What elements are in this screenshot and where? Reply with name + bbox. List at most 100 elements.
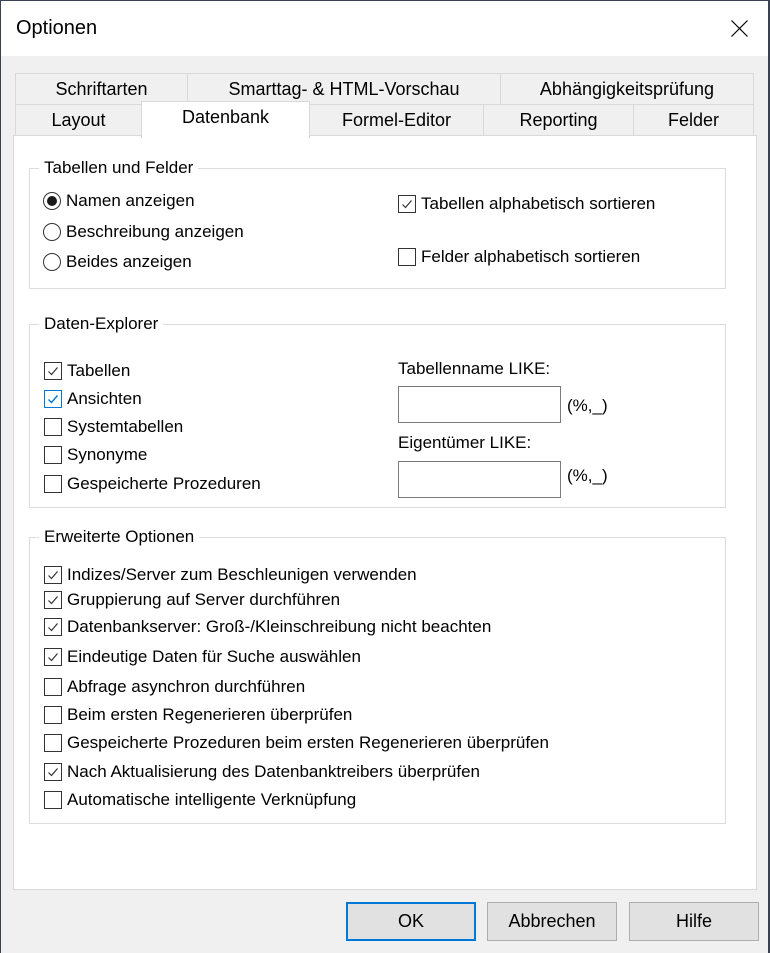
checkbox-unchecked[interactable] <box>44 706 62 724</box>
checkbox-checked[interactable] <box>44 763 62 781</box>
checkbox-unchecked[interactable] <box>44 418 62 436</box>
checkbox-gespeicherte-prozeduren-regenerieren[interactable]: Gespeicherte Prozeduren beim ersten Rege… <box>44 731 549 755</box>
checkmark-icon <box>402 200 412 209</box>
checkbox-unchecked[interactable] <box>44 446 62 464</box>
checkbox-checked[interactable] <box>398 195 416 213</box>
checkbox-unchecked[interactable] <box>44 791 62 809</box>
options-dialog: Optionen Schriftarten Smarttag- & HTML-V… <box>0 0 770 953</box>
radio-namen-anzeigen[interactable]: Namen anzeigen <box>43 189 195 213</box>
radio-label: Namen anzeigen <box>66 191 195 210</box>
tab-label: Abhängigkeitsprüfung <box>539 78 715 99</box>
group-daten-explorer: Daten-Explorer Tabellen Ansichten System… <box>29 313 726 508</box>
radio-beides-anzeigen[interactable]: Beides anzeigen <box>43 250 192 274</box>
checkmark-icon <box>48 653 58 662</box>
tab-label: Smarttag- & HTML-Vorschau <box>228 78 460 99</box>
tab-label: Schriftarten <box>55 78 148 99</box>
tabellenname-wildcard-hint: (%,_) <box>567 396 608 415</box>
checkbox-checked[interactable] <box>44 591 62 609</box>
checkbox-label: Automatische intelligente Verknüpfung <box>67 790 357 809</box>
checkbox-label: Gespeicherte Prozeduren beim ersten Rege… <box>67 733 549 752</box>
checkbox-label: Synonyme <box>67 445 148 464</box>
tab-datenbank[interactable]: Datenbank <box>141 101 310 138</box>
title-bar: Optionen <box>1 1 768 56</box>
radio-button[interactable] <box>43 253 61 271</box>
tab-label: Felder <box>667 109 720 130</box>
checkmark-icon <box>48 571 58 580</box>
checkbox-eindeutige-daten[interactable]: Eindeutige Daten für Suche auswählen <box>44 645 361 669</box>
checkmark-icon <box>48 367 58 376</box>
checkbox-label: Gespeicherte Prozeduren <box>67 474 261 493</box>
checkmark-icon <box>48 596 58 605</box>
tab-felder[interactable]: Felder <box>633 104 754 136</box>
checkbox-unchecked[interactable] <box>44 734 62 752</box>
checkbox-intelligente-verknuepfung[interactable]: Automatische intelligente Verknüpfung <box>44 788 356 812</box>
checkbox-checked[interactable] <box>44 648 62 666</box>
checkbox-checked-hover[interactable] <box>44 390 62 408</box>
checkbox-beim-ersten-regenerieren[interactable]: Beim ersten Regenerieren überprüfen <box>44 703 352 727</box>
checkbox-checked[interactable] <box>44 566 62 584</box>
help-button[interactable]: Hilfe <box>629 902 759 941</box>
eigentuemer-like-label: Eigentümer LIKE: <box>398 433 532 452</box>
group-erweiterte-optionen: Erweiterte Optionen Indizes/Server zum B… <box>29 526 726 824</box>
checkbox-tabellen-alphabetisch[interactable]: Tabellen alphabetisch sortieren <box>398 192 655 216</box>
checkbox-label: Indizes/Server zum Beschleunigen verwend… <box>67 565 417 584</box>
eigentuemer-wildcard-hint: (%,_) <box>567 466 608 485</box>
checkbox-synonyme[interactable]: Synonyme <box>44 443 147 467</box>
close-button[interactable] <box>710 1 768 56</box>
tab-label: Formel-Editor <box>341 109 452 130</box>
tab-layout[interactable]: Layout <box>15 104 142 136</box>
checkbox-label: Datenbankserver: Groß-/Kleinschreibung n… <box>67 617 492 636</box>
checkbox-felder-alphabetisch[interactable]: Felder alphabetisch sortieren <box>398 245 640 269</box>
radio-label: Beides anzeigen <box>66 252 192 271</box>
ok-button[interactable]: OK <box>346 902 476 941</box>
tab-label: Datenbank <box>181 107 270 127</box>
checkbox-unchecked[interactable] <box>398 248 416 266</box>
checkbox-checked[interactable] <box>44 362 62 380</box>
tabellenname-like-input[interactable] <box>398 386 561 423</box>
tab-label: Layout <box>51 109 106 130</box>
checkbox-label: Nach Aktualisierung des Datenbanktreiber… <box>67 762 480 781</box>
checkbox-label: Systemtabellen <box>67 417 184 436</box>
tab-formel-editor[interactable]: Formel-Editor <box>309 104 484 136</box>
checkbox-label: Abfrage asynchron durchführen <box>67 677 306 696</box>
group-legend: Erweiterte Optionen <box>39 526 200 548</box>
close-x-icon <box>730 20 748 37</box>
eigentuemer-like-input[interactable] <box>398 461 561 498</box>
tab-reporting[interactable]: Reporting <box>483 104 634 136</box>
radio-label: Beschreibung anzeigen <box>66 222 244 241</box>
radio-beschreibung-anzeigen[interactable]: Beschreibung anzeigen <box>43 220 244 244</box>
checkbox-checked[interactable] <box>44 618 62 636</box>
checkbox-systemtabellen[interactable]: Systemtabellen <box>44 415 183 439</box>
checkmark-icon <box>48 395 59 404</box>
tab-label: Reporting <box>519 109 598 130</box>
radio-button[interactable] <box>43 223 61 241</box>
checkbox-label: Felder alphabetisch sortieren <box>421 247 641 266</box>
tabellenname-like-label: Tabellenname LIKE: <box>398 359 551 378</box>
radio-button-selected[interactable] <box>43 192 61 210</box>
checkbox-gruppierung-server[interactable]: Gruppierung auf Server durchführen <box>44 588 340 612</box>
window-title: Optionen <box>16 17 98 39</box>
checkbox-label: Beim ersten Regenerieren überprüfen <box>67 705 353 724</box>
tab-abhaengigkeitspruefung[interactable]: Abhängigkeitsprüfung <box>500 73 754 105</box>
checkbox-label: Gruppierung auf Server durchführen <box>67 590 341 609</box>
checkbox-label: Ansichten <box>67 389 142 408</box>
checkbox-tabellen[interactable]: Tabellen <box>44 359 130 383</box>
checkbox-label: Tabellen alphabetisch sortieren <box>421 194 656 213</box>
checkbox-abfrage-asynchron[interactable]: Abfrage asynchron durchführen <box>44 675 305 699</box>
cancel-button[interactable]: Abbrechen <box>487 902 617 941</box>
checkmark-icon <box>48 768 58 777</box>
checkbox-indizes-server[interactable]: Indizes/Server zum Beschleunigen verwend… <box>44 563 417 587</box>
group-tabellen-und-felder: Tabellen und Felder Namen anzeigen Besch… <box>29 157 726 289</box>
group-legend: Tabellen und Felder <box>39 157 199 179</box>
checkbox-unchecked[interactable] <box>44 475 62 493</box>
checkmark-icon <box>48 623 58 632</box>
checkbox-datenbanktreiber[interactable]: Nach Aktualisierung des Datenbanktreiber… <box>44 760 480 784</box>
checkbox-label: Tabellen <box>67 361 131 380</box>
checkbox-gespeicherte-prozeduren[interactable]: Gespeicherte Prozeduren <box>44 472 261 496</box>
checkbox-unchecked[interactable] <box>44 678 62 696</box>
checkbox-ansichten[interactable]: Ansichten <box>44 387 142 411</box>
tab-panel-datenbank: Tabellen und Felder Namen anzeigen Besch… <box>13 135 757 890</box>
checkbox-label: Eindeutige Daten für Suche auswählen <box>67 647 361 666</box>
group-legend: Daten-Explorer <box>39 313 164 335</box>
checkbox-gross-kleinschreibung[interactable]: Datenbankserver: Groß-/Kleinschreibung n… <box>44 615 491 639</box>
